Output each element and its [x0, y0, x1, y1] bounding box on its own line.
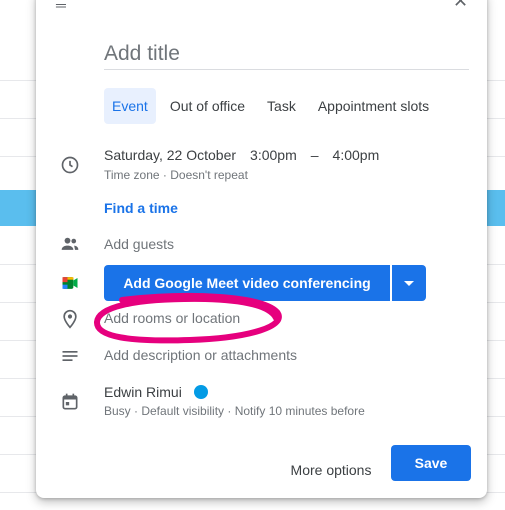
- calendar-color-dot: [193, 385, 208, 399]
- event-date[interactable]: Saturday, 22 October: [104, 147, 236, 163]
- drag-handle-icon[interactable]: ═: [56, 0, 66, 13]
- calendar-owner-row[interactable]: Edwin Rimui: [104, 384, 208, 400]
- calendar-details-text[interactable]: Busy · Default visibility · Notify 10 mi…: [104, 404, 365, 418]
- tab-out-of-office[interactable]: Out of office: [162, 88, 253, 124]
- event-dialog: ═ ✕ Event Out of office Task Appointment…: [36, 0, 487, 498]
- add-location-field[interactable]: Add rooms or location: [104, 310, 240, 326]
- add-guests-field[interactable]: Add guests: [104, 236, 174, 252]
- chevron-down-icon: [404, 281, 414, 286]
- description-icon: [62, 351, 78, 361]
- calendar-owner-name: Edwin Rimui: [104, 384, 182, 400]
- add-google-meet-button[interactable]: Add Google Meet video conferencing: [104, 265, 390, 301]
- calendar-icon: [62, 393, 78, 410]
- guests-icon: [61, 237, 79, 250]
- close-icon[interactable]: ✕: [453, 0, 468, 10]
- meet-options-dropdown[interactable]: [392, 265, 426, 301]
- clock-icon: [61, 156, 79, 174]
- event-type-tabs: Event Out of office Task Appointment slo…: [104, 88, 443, 124]
- datetime-row[interactable]: Saturday, 22 October 3:00pm –4:00pm: [104, 147, 393, 163]
- tab-appointment-slots[interactable]: Appointment slots: [310, 88, 437, 124]
- save-button[interactable]: Save: [391, 445, 471, 481]
- more-options-button[interactable]: More options: [278, 452, 384, 488]
- event-start-time[interactable]: 3:00pm: [250, 147, 297, 163]
- event-end-time[interactable]: 4:00pm: [333, 147, 380, 163]
- location-pin-icon: [63, 309, 77, 329]
- title-input[interactable]: [104, 39, 469, 70]
- tab-task[interactable]: Task: [259, 88, 304, 124]
- google-meet-icon: [62, 277, 78, 289]
- tab-event[interactable]: Event: [104, 88, 156, 124]
- time-dash: –: [310, 147, 319, 163]
- timezone-repeat-text[interactable]: Time zone · Doesn't repeat: [104, 168, 248, 182]
- find-a-time-link[interactable]: Find a time: [104, 200, 178, 216]
- add-description-field[interactable]: Add description or attachments: [104, 347, 297, 363]
